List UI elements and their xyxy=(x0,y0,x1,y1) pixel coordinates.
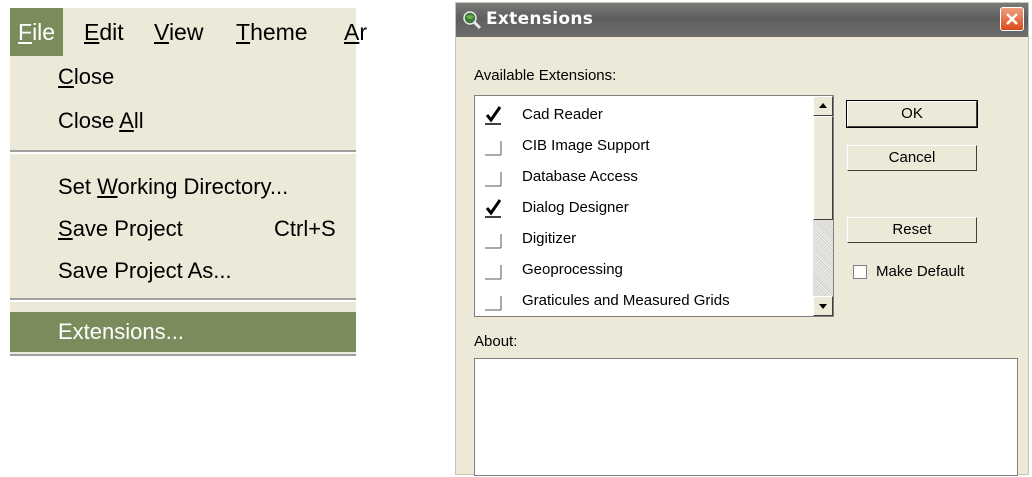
cancel-button[interactable]: Cancel xyxy=(847,145,977,171)
list-item-label: CIB Image Support xyxy=(522,137,650,154)
swd-b: orking Directory... xyxy=(117,174,289,199)
menu-analysis-mnemonic: A xyxy=(344,19,360,45)
scroll-down-button[interactable] xyxy=(813,296,833,316)
ok-button[interactable]: OK xyxy=(846,100,978,128)
scroll-down-arrow-icon xyxy=(819,304,827,309)
menu-analysis-rest: r xyxy=(359,19,368,45)
menu-view-mnemonic: V xyxy=(154,19,169,45)
scroll-up-arrow-icon xyxy=(819,103,827,108)
close-rest: lose xyxy=(73,64,115,89)
close-button[interactable] xyxy=(1000,7,1024,31)
menu-item-close-label: Close xyxy=(58,58,114,96)
list-item[interactable]: Digitizer xyxy=(475,224,813,255)
extensions-listbox[interactable]: Cad Reader CIB Image Support Database Acce… xyxy=(474,95,834,317)
mnemonic-c: C xyxy=(58,64,74,89)
menu-analysis[interactable]: Ar xyxy=(336,8,375,56)
menu-item-set-working-directory[interactable]: Set Working Directory... xyxy=(10,168,356,206)
make-default-checkbox[interactable] xyxy=(853,265,867,279)
close-all-a: Close xyxy=(58,108,120,133)
mnemonic-a: A xyxy=(119,108,134,133)
menu-item-save-project-label: Save Project xyxy=(58,210,183,248)
menubar: File Edit View Theme Ar xyxy=(10,8,367,56)
vertical-scrollbar[interactable] xyxy=(813,96,833,316)
list-item[interactable]: Geoprocessing xyxy=(475,255,813,286)
menu-item-close-all-label: Close All xyxy=(58,102,144,140)
menu-item-extensions[interactable]: Extensions... xyxy=(10,312,356,352)
swd-a: Set xyxy=(58,174,98,199)
menu-item-save-project-as-label: Save Project As... xyxy=(58,258,232,283)
close-icon xyxy=(1006,13,1018,25)
list-item[interactable]: Dialog Designer xyxy=(475,193,813,224)
menu-item-close-all[interactable]: Close All xyxy=(10,102,356,140)
scrollbar-thumb[interactable] xyxy=(813,116,833,220)
about-textbox[interactable] xyxy=(474,358,1018,476)
list-item-label: Dialog Designer xyxy=(522,199,629,216)
list-item-label: Cad Reader xyxy=(522,106,603,123)
menu-theme-mnemonic: T xyxy=(236,19,251,45)
list-item-label: Digitizer xyxy=(522,230,577,247)
list-item[interactable]: CIB Image Support xyxy=(475,131,813,162)
menu-theme[interactable]: Theme xyxy=(228,8,316,56)
available-extensions-label: Available Extensions: xyxy=(474,67,617,84)
menu-item-save-project-shortcut: Ctrl+S xyxy=(274,216,336,241)
mnemonic-w: W xyxy=(97,174,118,199)
menu-edit-mnemonic: E xyxy=(84,19,100,45)
list-item-label: Graticules and Measured Grids xyxy=(522,292,730,309)
menu-file-mnemonic: F xyxy=(18,19,33,45)
menu-view[interactable]: View xyxy=(146,8,211,56)
menu-view-rest: iew xyxy=(168,19,204,45)
menu-edit[interactable]: Edit xyxy=(76,8,132,56)
extensions-dialog: Extensions Available Extensions: Cad Rea… xyxy=(455,2,1029,476)
menu-item-set-working-directory-label: Set Working Directory... xyxy=(58,168,288,206)
checkmark-icon[interactable] xyxy=(483,104,505,126)
menu-item-close[interactable]: Close xyxy=(10,58,356,96)
unchecked-box-icon[interactable] xyxy=(483,228,505,250)
list-item-label: Geoprocessing xyxy=(522,261,623,278)
scroll-up-button[interactable] xyxy=(813,96,833,116)
unchecked-box-icon[interactable] xyxy=(483,259,505,281)
make-default-label[interactable]: Make Default xyxy=(876,263,964,280)
file-dropdown: Close Close All Set Working Directory...… xyxy=(10,56,356,358)
unchecked-box-icon[interactable] xyxy=(483,290,505,312)
mnemonic-s: S xyxy=(58,216,73,241)
menu-item-save-project-as[interactable]: Save Project As... xyxy=(10,252,356,290)
menu-item-save-project[interactable]: Save Project Ctrl+S xyxy=(10,210,356,248)
sp-rest: ave Project xyxy=(72,216,183,241)
about-label: About: xyxy=(474,333,518,350)
menu-separator xyxy=(10,354,356,358)
unchecked-box-icon[interactable] xyxy=(483,135,505,157)
menu-separator xyxy=(10,150,356,154)
list-item-label: Database Access xyxy=(522,168,638,185)
list-item[interactable]: Cad Reader xyxy=(475,100,813,131)
menu-file-rest: ile xyxy=(32,19,56,45)
menu-area: File Edit View Theme Ar Close Close All … xyxy=(10,8,367,358)
close-all-b: ll xyxy=(133,108,144,133)
menu-theme-rest: heme xyxy=(250,19,308,45)
dialog-title: Extensions xyxy=(486,9,594,29)
list-item[interactable]: Database Access xyxy=(475,162,813,193)
dialog-titlebar[interactable]: Extensions xyxy=(456,3,1028,37)
menu-separator xyxy=(10,298,356,302)
menu-file[interactable]: File xyxy=(10,8,64,56)
menu-edit-rest: dit xyxy=(99,19,124,45)
list-item[interactable]: Graticules and Measured Grids xyxy=(475,286,813,317)
unchecked-box-icon[interactable] xyxy=(483,166,505,188)
menu-item-extensions-label: Extensions... xyxy=(58,319,184,344)
reset-button[interactable]: Reset xyxy=(847,217,977,243)
magnifier-globe-icon xyxy=(462,10,482,30)
checkmark-icon[interactable] xyxy=(483,197,505,219)
